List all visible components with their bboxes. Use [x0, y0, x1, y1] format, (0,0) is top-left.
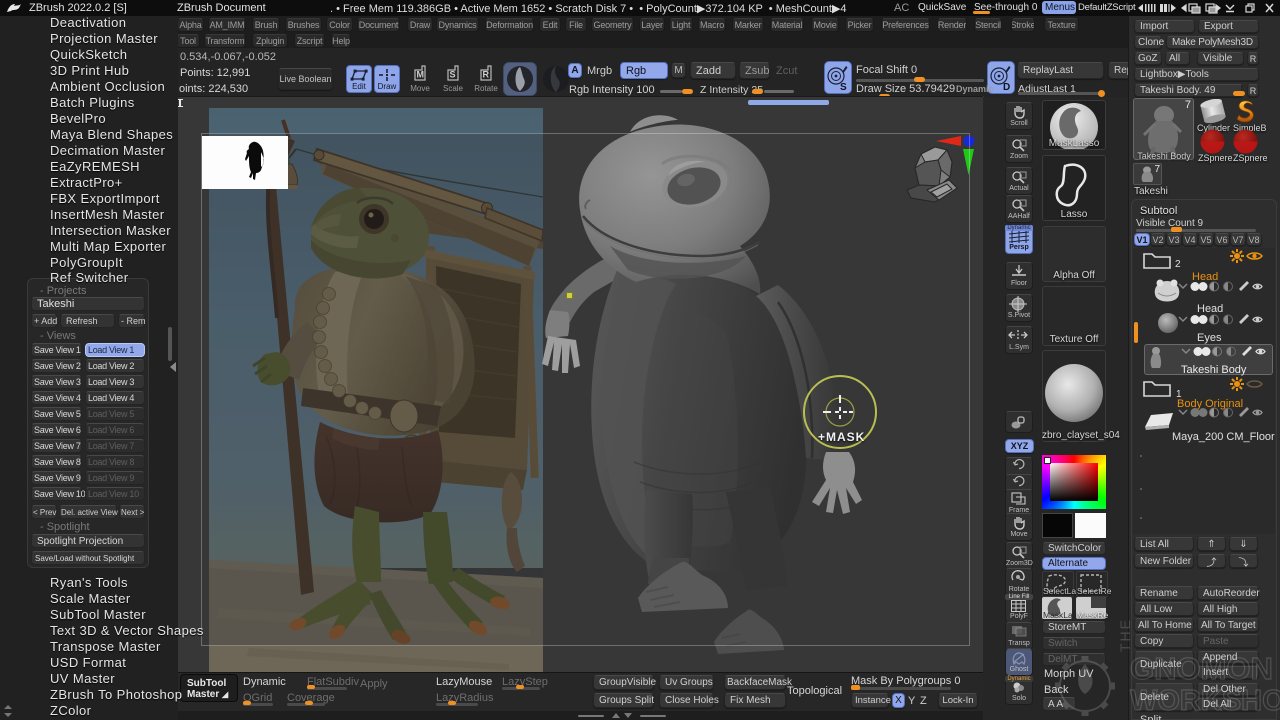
svg-text:S: S — [840, 82, 847, 93]
svg-text:S: S — [450, 70, 456, 80]
svg-text:R: R — [483, 70, 490, 80]
svg-text:D: D — [1003, 82, 1010, 93]
svg-text:M: M — [417, 70, 425, 80]
